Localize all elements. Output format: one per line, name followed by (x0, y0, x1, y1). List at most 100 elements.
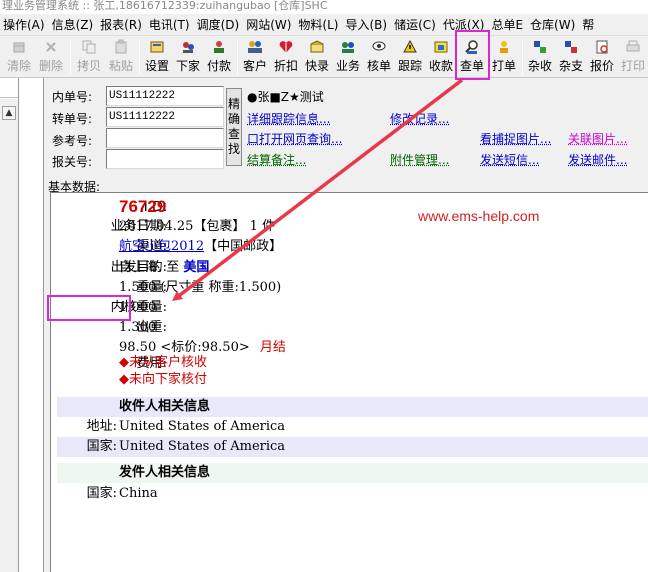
quick-entry-button[interactable]: 快录 (302, 38, 332, 76)
collect-icon (432, 38, 450, 56)
settings-icon (148, 38, 166, 56)
print-icon (624, 38, 642, 56)
core-weight-highlight-box (47, 295, 131, 321)
menu-dispatch[interactable]: 调度(D) (194, 16, 244, 33)
left-panel: ▲ (0, 78, 44, 572)
payment-icon (210, 38, 228, 56)
settlement-note-link[interactable]: 结算备注... (247, 151, 306, 168)
paste-button[interactable]: 粘贴 (106, 38, 136, 76)
toolbar-separator (237, 40, 238, 74)
sender-country-value: China (119, 486, 158, 501)
detail-track-link[interactable]: 详细跟踪信息... (247, 110, 330, 127)
quote-button[interactable]: 报价 (587, 38, 617, 76)
fee-term: 月结 (259, 340, 286, 355)
downstream-button[interactable]: 下家 (173, 38, 203, 76)
settings-button[interactable]: 设置 (142, 38, 172, 76)
paste-icon (112, 38, 130, 56)
detail-panel: I D: 76729 业务日期: 2017.04.25【包裹】 1 件 渠道: … (50, 192, 648, 572)
title-bar: 理业务管理系统 :: 张工,18616712339:zuihangubao [仓… (0, 0, 648, 14)
core-weight-row: 内核重量: 1.000 (51, 298, 648, 318)
id-value: 76729 (119, 197, 167, 216)
menu-report[interactable]: 报表(R) (97, 16, 146, 33)
country-row: 国家: United States of America (57, 437, 648, 457)
quote-icon (593, 38, 611, 56)
menu-material[interactable]: 物料(L) (295, 16, 342, 33)
discount-button[interactable]: 折扣 (271, 38, 301, 76)
neidan-label: 内单号: (52, 90, 93, 104)
date-row: 业务日期: 2017.04.25【包裹】 1 件 (51, 217, 648, 237)
baoguan-input[interactable] (106, 149, 224, 169)
misc-income-button[interactable]: 杂收 (525, 38, 555, 76)
payment-button[interactable]: 付款 (204, 38, 234, 76)
copy-icon (80, 38, 98, 56)
discount-icon (277, 38, 295, 56)
verify-icon (370, 38, 388, 56)
open-web-query-link[interactable]: 口打开网页查询... (247, 130, 342, 147)
menu-warehouse[interactable]: 仓库(W) (527, 16, 579, 33)
left-panel-scrollbar[interactable] (0, 99, 18, 572)
zhuandan-input[interactable]: US11112222 (106, 107, 224, 127)
channel-carrier: 【中国邮政】 (204, 239, 283, 254)
downstream-icon (179, 38, 197, 56)
neidan-input[interactable]: US11112222 (106, 86, 224, 106)
collect-button[interactable]: 收款 (426, 38, 456, 76)
cankao-input[interactable] (106, 128, 224, 148)
menu-help[interactable]: 帮 (579, 16, 598, 33)
capture-image-link[interactable]: 看捕捉图片... (480, 130, 551, 147)
menu-info[interactable]: 信息(Z) (49, 16, 98, 33)
customer-button[interactable]: 客户 (240, 38, 270, 76)
out-weight-value: 1.300 (119, 320, 157, 335)
toolbar-separator (139, 40, 140, 74)
sender-country-label: 国家: (86, 486, 117, 501)
precise-search-button[interactable]: 精 确 查 找 (226, 88, 242, 166)
channel-row: 渠道: 航空小包2012【中国邮政】 (51, 237, 648, 257)
sender-header: 发件人相关信息 (119, 465, 211, 480)
copy-button[interactable]: 拷贝 (74, 38, 104, 76)
customer-icon (246, 38, 264, 56)
weight-row: 重量: 1.500 (尺寸重 称重:1.500) (51, 278, 648, 298)
toolbar-separator (522, 40, 523, 74)
print-button[interactable]: 打印 (618, 38, 648, 76)
channel-link[interactable]: 航空小包2012 (119, 239, 204, 254)
out-weight-row: 出重: 1.300 (51, 318, 648, 338)
toolbar-separator (70, 40, 71, 74)
business-icon (339, 38, 357, 56)
date-value: 2017.04.25【包裹】 1 件 (119, 219, 275, 234)
cankao-label: 参考号: (52, 134, 93, 148)
modify-record-link[interactable]: 修改记录... (390, 110, 449, 127)
menu-website[interactable]: 网站(W) (243, 16, 295, 33)
fee-amount: 98.50 <标价:98.50> (119, 340, 250, 355)
fee-note-customer: ◆未从客户核收 (119, 355, 207, 370)
tracking-icon (401, 38, 419, 56)
fee-note-downstream: ◆未向下家核付 (119, 372, 207, 387)
related-image-link[interactable]: 关联图片... (568, 130, 627, 147)
clear-button[interactable]: 清除 (4, 38, 34, 76)
send-email-link[interactable]: 发送邮件... (568, 151, 627, 168)
misc-income-icon (531, 38, 549, 56)
address-value: United States of America (119, 419, 286, 434)
print-label-button[interactable]: 打单 (489, 38, 519, 76)
menu-telecom[interactable]: 电讯(T) (146, 16, 194, 33)
business-button[interactable]: 业务 (333, 38, 363, 76)
collapse-toggle-icon[interactable]: ▲ (2, 106, 16, 120)
receiver-header: 收件人相关信息 (119, 399, 211, 414)
left-panel-divider (18, 78, 19, 572)
menu-master[interactable]: 总单E (488, 16, 527, 33)
menu-bar: 操作(A) 信息(Z) 报表(R) 电讯(T) 调度(D) 网站(W) 物料(L… (0, 14, 648, 36)
watermark-text: www.ems-help.com (418, 208, 540, 224)
send-sms-link[interactable]: 发送短信... (480, 151, 539, 168)
destination-country: 美国 (183, 260, 210, 275)
tracking-button[interactable]: 跟踪 (395, 38, 425, 76)
toolbar: 清除 删除 拷贝 粘贴 设置 下家 付款 客户 折扣 快录 业务 核单 跟踪 收… (0, 36, 648, 78)
misc-expense-icon (562, 38, 580, 56)
menu-import[interactable]: 导入(B) (342, 16, 391, 33)
attachment-mgmt-link[interactable]: 附件管理... (390, 151, 449, 168)
weight-value: 1.500 (尺寸重 称重:1.500) (119, 280, 282, 295)
sender-section-header: 发件人相关信息 (57, 463, 648, 483)
delete-button[interactable]: 删除 (36, 38, 66, 76)
menu-storage[interactable]: 储运(C) (391, 16, 440, 33)
misc-expense-button[interactable]: 杂支 (556, 38, 586, 76)
zhuandan-label: 转单号: (52, 112, 93, 126)
menu-operation[interactable]: 操作(A) (0, 16, 49, 33)
verify-button[interactable]: 核单 (364, 38, 394, 76)
